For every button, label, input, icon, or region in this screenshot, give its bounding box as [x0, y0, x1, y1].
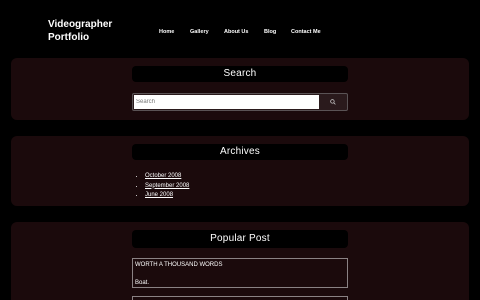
search-widget: Search	[11, 58, 469, 120]
archives-list: October 2008 September 2008 June 2008	[145, 172, 189, 201]
archive-link-october-2008[interactable]: October 2008	[145, 173, 181, 179]
nav-item-home[interactable]: Home	[159, 27, 174, 37]
popular-post-card[interactable]: WORTH A THOUSAND WORDS Boat.	[132, 258, 348, 288]
nav-item-about-us[interactable]: About Us	[224, 27, 248, 37]
archives-widget-title: Archives	[132, 144, 348, 160]
archive-link-june-2008[interactable]: June 2008	[145, 192, 173, 198]
post-excerpt: Boat.	[135, 280, 150, 286]
main-nav: Home Gallery About Us Blog Contact Me	[0, 27, 480, 37]
nav-item-contact-me[interactable]: Contact Me	[291, 27, 321, 37]
popular-post-widget-title: Popular Post	[132, 230, 348, 248]
list-item: September 2008	[145, 182, 189, 192]
popular-post-widget: Popular Post WORTH A THOUSAND WORDS Boat…	[11, 222, 469, 300]
nav-item-blog[interactable]: Blog	[264, 27, 276, 37]
search-button[interactable]	[318, 94, 347, 110]
list-item: June 2008	[145, 191, 189, 201]
popular-post-card-next[interactable]	[132, 296, 348, 300]
archive-link-september-2008[interactable]: September 2008	[145, 183, 189, 189]
post-title[interactable]: WORTH A THOUSAND WORDS	[135, 261, 222, 269]
search-form	[132, 93, 348, 111]
archives-widget: Archives October 2008 September 2008 Jun…	[11, 136, 469, 206]
list-item: October 2008	[145, 172, 189, 182]
search-icon	[329, 99, 336, 105]
search-input[interactable]	[134, 95, 319, 109]
nav-item-gallery[interactable]: Gallery	[190, 27, 209, 37]
search-widget-title: Search	[132, 66, 348, 82]
